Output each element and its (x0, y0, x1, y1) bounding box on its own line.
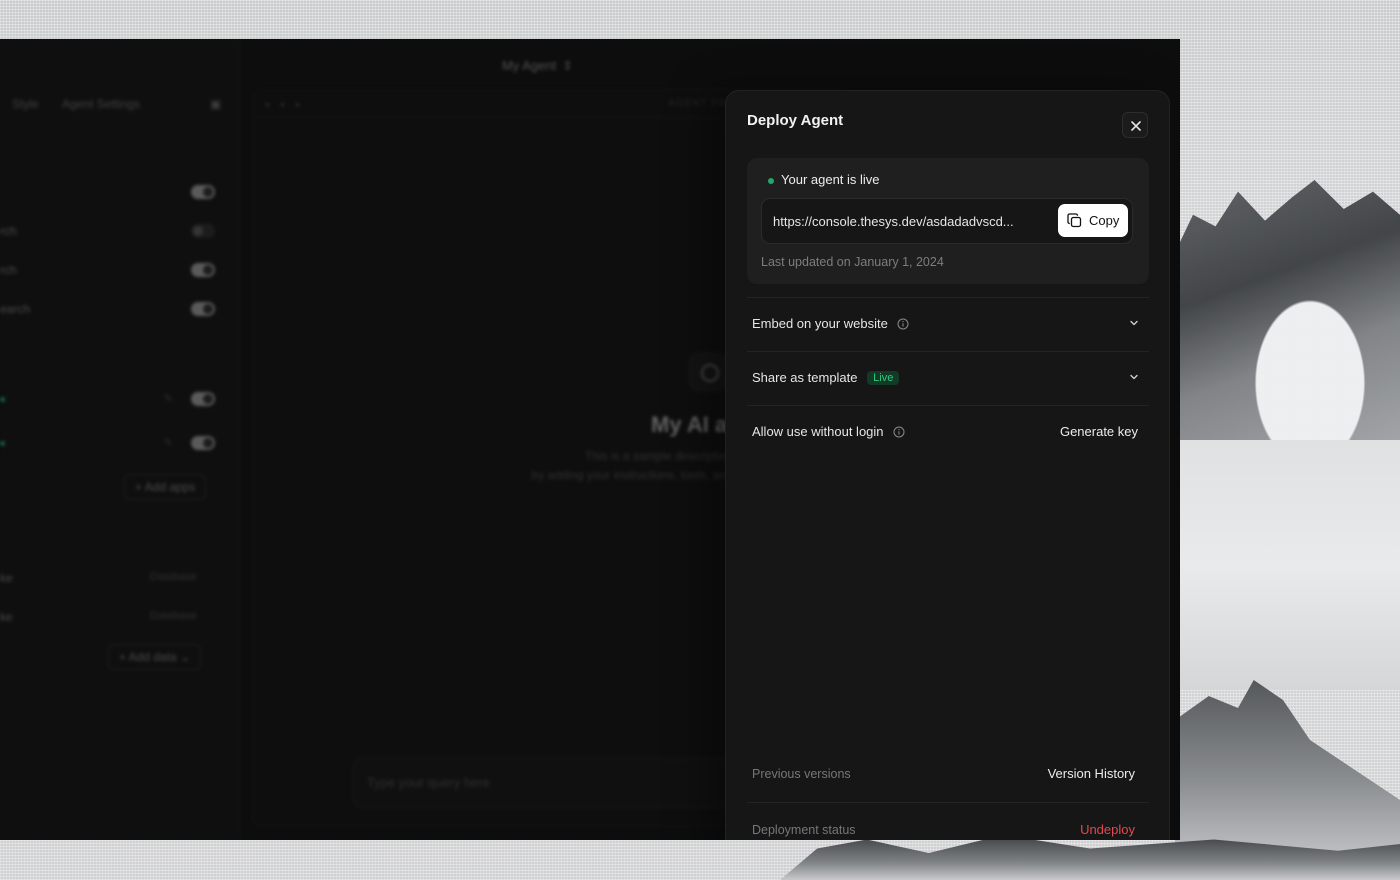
setting-row: earch (0, 299, 225, 321)
app-status-dot (0, 441, 5, 446)
app-toggle[interactable] (191, 392, 215, 406)
data-row: ke Database (0, 610, 197, 624)
edit-pencil-icon[interactable]: ✎ (164, 436, 173, 449)
previous-versions-row: Previous versions Version History (747, 747, 1149, 802)
deployment-status-row: Deployment status Undeploy (747, 802, 1149, 840)
panel-layout-icon[interactable]: ▣ (210, 97, 221, 111)
setting-toggle[interactable] (191, 302, 215, 316)
embed-website-label: Embed on your website (752, 316, 888, 331)
edit-pencil-icon[interactable]: ✎ (164, 392, 173, 405)
previous-versions-label: Previous versions (752, 767, 851, 781)
app-toggle[interactable] (191, 436, 215, 450)
last-updated-text: Last updated on January 1, 2024 (761, 255, 944, 269)
info-icon[interactable] (893, 426, 905, 438)
updown-chevron-icon: ⇕ (562, 58, 574, 73)
modal-title: Deploy Agent (747, 112, 844, 129)
embed-website-row[interactable]: Embed on your website (747, 297, 1149, 351)
add-data-button[interactable]: + Add data ⌄ (108, 644, 202, 670)
setting-row (0, 182, 225, 204)
live-status-card: Your agent is live https://console.thesy… (747, 158, 1149, 284)
app-window: My Agent ⇕ Style Agent Settings ▣ rch rch (0, 39, 1180, 840)
live-status-text: Your agent is live (781, 172, 880, 187)
copy-button[interactable]: Copy (1058, 204, 1128, 237)
mountain-peak-image (1175, 180, 1400, 470)
info-icon[interactable] (897, 318, 909, 330)
app-row: ✎ (0, 389, 225, 411)
deployment-status-label: Deployment status (752, 823, 856, 837)
app-row: ✎ (0, 433, 225, 455)
clouds-image (1175, 440, 1400, 690)
agent-url-field[interactable]: https://console.thesys.dev/asdadadvscd..… (761, 198, 1133, 244)
settings-panel: Style Agent Settings ▣ rch rch earch ✎ ✎… (0, 39, 240, 840)
setting-toggle[interactable] (191, 263, 215, 277)
share-template-row[interactable]: Share as template Live (747, 351, 1149, 405)
add-apps-button[interactable]: + Add apps (124, 474, 207, 500)
chat-bubble-icon (689, 353, 727, 391)
generate-key-button[interactable]: Generate key (1060, 424, 1138, 439)
tab-style[interactable]: Style (12, 97, 39, 111)
preview-description: This is a sample description by adding y… (531, 449, 733, 482)
setting-toggle[interactable] (191, 224, 215, 238)
share-template-label: Share as template (752, 370, 858, 385)
live-status-dot (768, 178, 774, 184)
close-button[interactable] (1122, 112, 1148, 138)
chevron-down-icon[interactable] (1129, 372, 1139, 382)
data-row: ke Database (0, 571, 197, 585)
app-status-dot (0, 397, 5, 402)
query-input[interactable]: Type your query here (353, 758, 753, 808)
copy-icon (1067, 213, 1082, 228)
allow-without-login-row: Allow use without login Generate key (747, 405, 1149, 459)
window-dots-icon: ● ● ● (265, 100, 304, 109)
undeploy-button[interactable]: Undeploy (1080, 822, 1135, 837)
setting-row: rch (0, 260, 225, 282)
deploy-agent-modal: Deploy Agent Your agent is live https://… (725, 90, 1170, 840)
close-icon (1131, 121, 1141, 131)
chevron-down-icon[interactable] (1129, 318, 1139, 328)
setting-toggle[interactable] (191, 185, 215, 199)
tab-agent-settings[interactable]: Agent Settings (62, 97, 140, 111)
agent-url[interactable]: https://console.thesys.dev/asdadadvscd..… (773, 214, 1014, 229)
copy-label: Copy (1089, 213, 1120, 228)
version-history-button[interactable]: Version History (1048, 766, 1135, 781)
settings-tabs: Style Agent Settings ▣ (0, 97, 240, 117)
live-badge: Live (867, 371, 900, 385)
agent-title-selector[interactable]: My Agent ⇕ (502, 58, 573, 74)
setting-row: rch (0, 221, 225, 243)
allow-without-login-label: Allow use without login (752, 424, 884, 439)
